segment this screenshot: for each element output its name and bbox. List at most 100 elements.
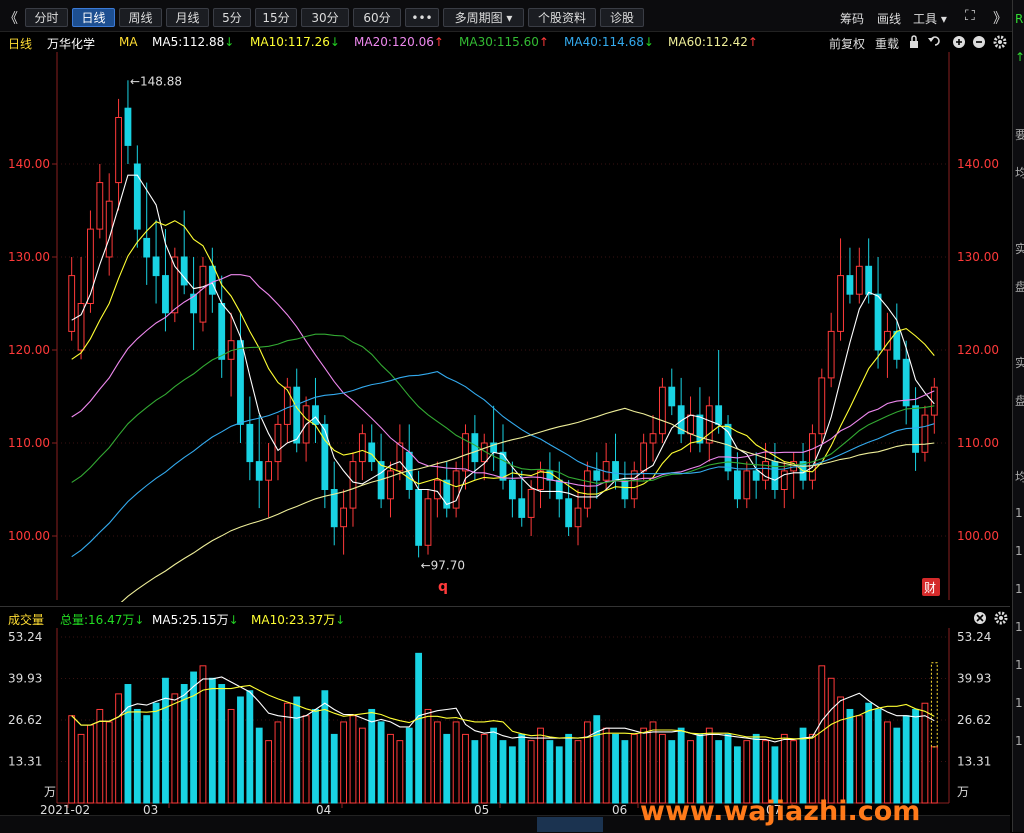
tools-dropdown[interactable]: 工具 ▾ (913, 10, 947, 27)
volume-bar (452, 721, 460, 804)
volume-settings-gear-icon[interactable] (994, 611, 1008, 625)
volume-bar (818, 665, 826, 804)
undo-icon[interactable] (928, 36, 940, 46)
low-price-marker: ←97.70 (421, 558, 465, 572)
stock-name: 万华化学 (47, 37, 96, 51)
ma5-value: MA5:112.88↓ (152, 35, 235, 49)
volume-bar (133, 708, 141, 804)
volume-bar (583, 721, 591, 804)
candle-body (471, 433, 479, 463)
volume-bar (330, 733, 338, 804)
candle-body (105, 200, 113, 258)
price-tick-label: 120.00 (8, 343, 50, 357)
reload-button[interactable]: 重载 (875, 35, 899, 52)
volume-tick-label: 39.93 (8, 672, 42, 686)
close-panel-icon[interactable] (974, 612, 986, 624)
lock-icon[interactable] (910, 35, 918, 48)
volume-bar (340, 721, 348, 804)
volume-bar (218, 684, 226, 804)
right-panel-char: 1 (1015, 734, 1023, 748)
volume-bar (912, 708, 919, 804)
tab-period-monthly[interactable]: 月线 (166, 8, 209, 27)
volume-bar (208, 677, 216, 804)
candle-body (115, 117, 122, 184)
candle-body (630, 470, 638, 500)
volume-bar (96, 708, 104, 804)
chip-distribution-button[interactable]: 筹码 (840, 10, 864, 27)
candle-body (846, 275, 854, 295)
volume-bar (537, 727, 544, 804)
volume-bar (377, 721, 385, 804)
candle-body (912, 405, 919, 453)
candle-body (593, 470, 601, 481)
volume-bar (546, 740, 554, 804)
volume-bar (799, 727, 807, 804)
volume-bar (593, 715, 601, 804)
candle-body (921, 414, 929, 453)
right-panel-char: 均 (1015, 468, 1024, 485)
volume-bar (762, 740, 769, 804)
pre-adjust-button[interactable]: 前复权 (829, 35, 865, 52)
volume-bar (527, 740, 535, 804)
candle-body (658, 386, 666, 435)
volume-bar (293, 696, 301, 804)
candle-body (162, 275, 169, 314)
volume-bar (837, 696, 844, 804)
ma5-line (71, 174, 935, 506)
collapse-left-icon[interactable]: 《 (4, 8, 18, 28)
volume-chart[interactable]: 13.31 13.31 26.62 26.62 39.93 39.93 53.24 53.24… (0, 628, 1010, 814)
zoom-out-icon[interactable] (973, 36, 985, 48)
scroll-thumb[interactable] (537, 817, 603, 832)
price-chart[interactable]: 100.00 100.00 110.00 110.00 120.00 120.00 130.… (0, 52, 1010, 602)
stock-info-button[interactable]: 个股资料 (528, 8, 596, 27)
tab-period-30min[interactable]: 30分 (301, 8, 349, 27)
period-toolbar: 《 分时 日线 周线 月线 5分 15分 30分 60分 ••• 多周期图 ▾ … (0, 0, 1024, 32)
volume-bar (846, 708, 854, 804)
volume-tick-label: 26.62 (8, 713, 42, 727)
settings-gear-icon[interactable] (993, 35, 1007, 49)
tab-period-daily[interactable]: 日线 (72, 8, 115, 27)
finance-badge-text: 财 (924, 581, 936, 595)
candle-body (133, 163, 141, 230)
ma10-value: MA10:117.26↓ (250, 35, 340, 49)
tab-period-intraday[interactable]: 分时 (25, 8, 68, 27)
tab-period-15min[interactable]: 15分 (255, 8, 297, 27)
candle-body (537, 470, 544, 490)
more-periods-button[interactable]: ••• (405, 8, 439, 27)
collapse-right-icon[interactable]: 》 (993, 8, 1007, 28)
volume-bar (415, 652, 423, 804)
volume-bar (612, 733, 619, 804)
volume-bar (855, 715, 863, 804)
candle-body (893, 330, 901, 360)
volume-bar (265, 740, 272, 804)
volume-bar (602, 727, 610, 804)
legend-icons (910, 35, 1007, 49)
right-panel-char: 1 (1015, 506, 1023, 520)
candle-body (518, 498, 526, 518)
volume-bar (77, 733, 85, 804)
volume-bar (499, 740, 507, 804)
volume-bar (687, 740, 694, 804)
tab-period-weekly[interactable]: 周线 (119, 8, 162, 27)
tab-period-60min[interactable]: 60分 (353, 8, 401, 27)
zoom-in-icon[interactable] (953, 36, 965, 48)
candle-body (715, 405, 723, 425)
ma-indicator-label[interactable]: MA (119, 35, 138, 49)
ma30-line (71, 333, 935, 484)
ma30-value: MA30:115.60↑ (459, 35, 549, 49)
draw-line-button[interactable]: 画线 (877, 10, 901, 27)
volume-bar (518, 733, 526, 804)
volume-bar (171, 693, 179, 804)
candle-body (237, 340, 244, 425)
diagnose-button[interactable]: 诊股 (600, 8, 644, 27)
right-side-panel: R↑要均实盘实盘均1111111 (1012, 0, 1024, 832)
candle-body (818, 377, 826, 435)
volume-bar (68, 715, 76, 804)
volume-bar (574, 740, 582, 804)
right-panel-char: 盘 (1015, 278, 1024, 295)
fullscreen-icon[interactable]: ⛶ (965, 8, 975, 24)
tab-period-5min[interactable]: 5分 (213, 8, 251, 27)
volume-bar (874, 708, 882, 804)
volume-bar (565, 733, 573, 804)
multi-period-dropdown[interactable]: 多周期图 ▾ (443, 8, 524, 27)
